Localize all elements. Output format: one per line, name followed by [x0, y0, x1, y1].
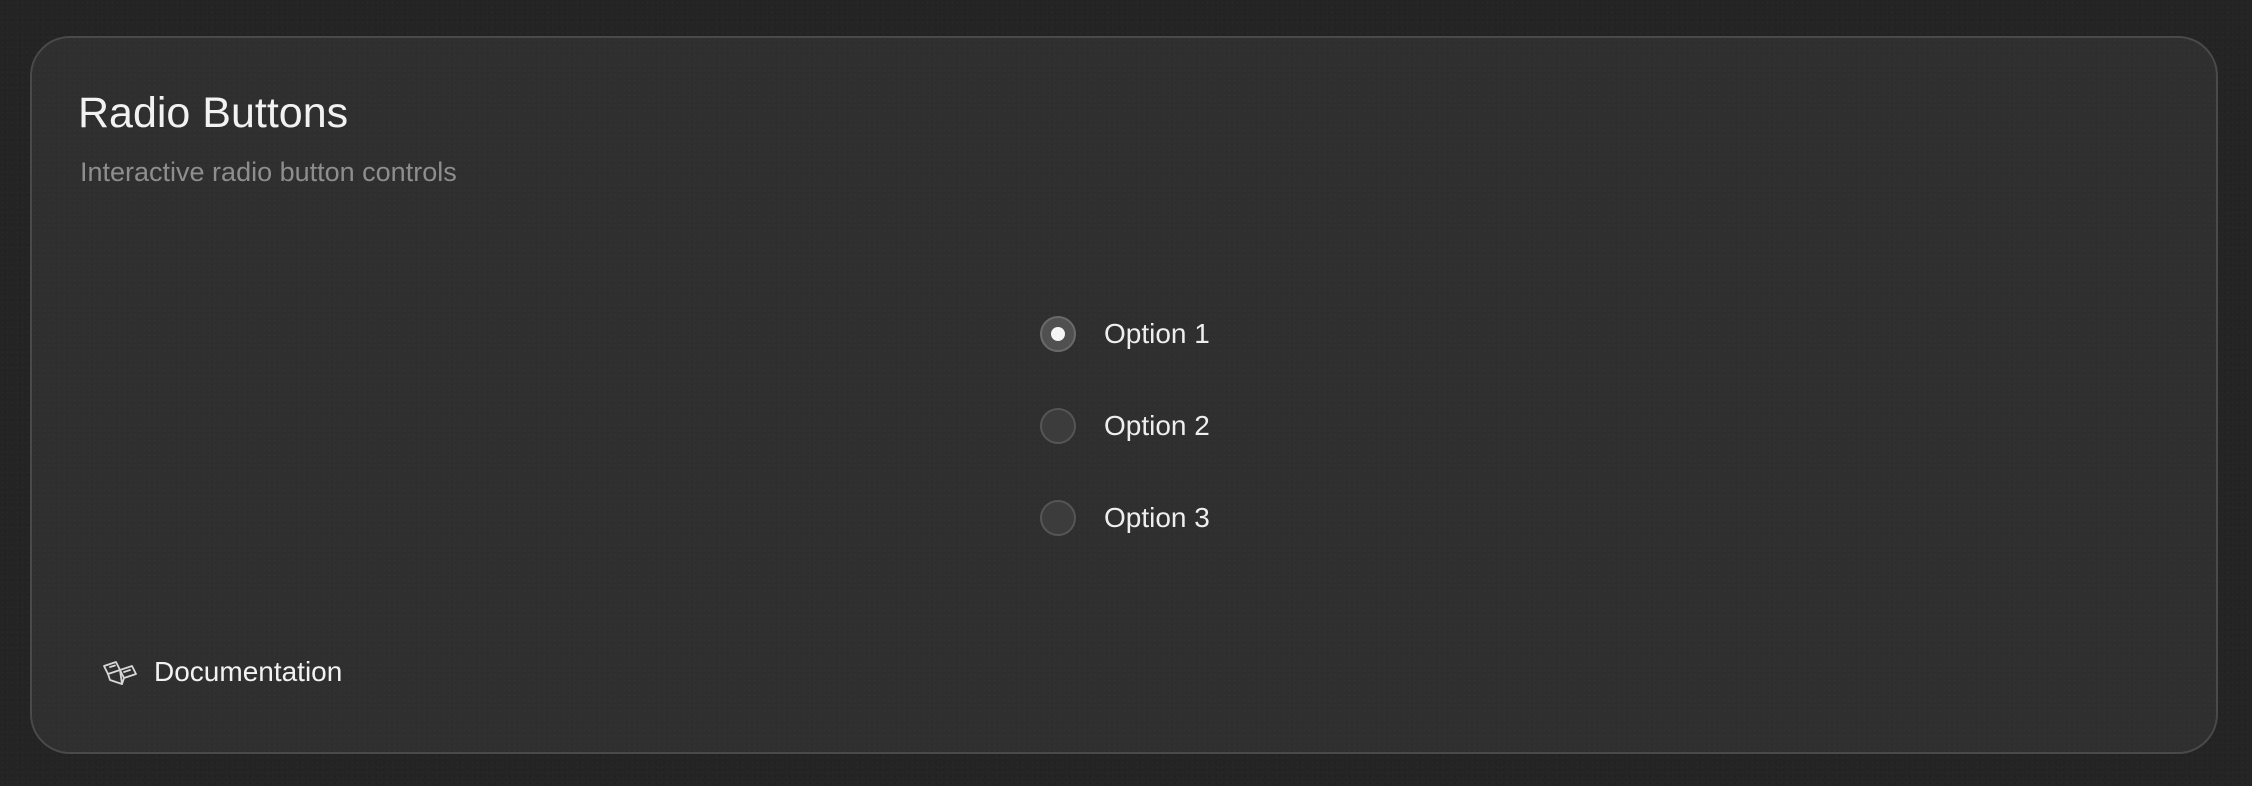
radio-option-2[interactable]: Option 2: [1040, 408, 1210, 444]
radio-button-3[interactable]: [1040, 500, 1076, 536]
open-book-icon: [102, 658, 138, 686]
documentation-link[interactable]: Documentation: [102, 656, 342, 688]
documentation-label[interactable]: Documentation: [154, 656, 342, 688]
radio-button-2[interactable]: [1040, 408, 1076, 444]
card-title: Radio Buttons: [78, 89, 349, 137]
radio-option-3[interactable]: Option 3: [1040, 500, 1210, 536]
radio-label-2[interactable]: Option 2: [1104, 410, 1210, 442]
radio-option-1[interactable]: Option 1: [1040, 316, 1210, 352]
radio-button-1[interactable]: [1040, 316, 1076, 352]
radio-label-3[interactable]: Option 3: [1104, 502, 1210, 534]
radio-buttons-card: Radio Buttons Interactive radio button c…: [30, 36, 2218, 754]
radio-label-1[interactable]: Option 1: [1104, 318, 1210, 350]
radio-selected-dot: [1051, 327, 1065, 341]
radio-group: Option 1 Option 2 Option 3: [1040, 316, 1210, 536]
card-subtitle: Interactive radio button controls: [80, 157, 457, 187]
